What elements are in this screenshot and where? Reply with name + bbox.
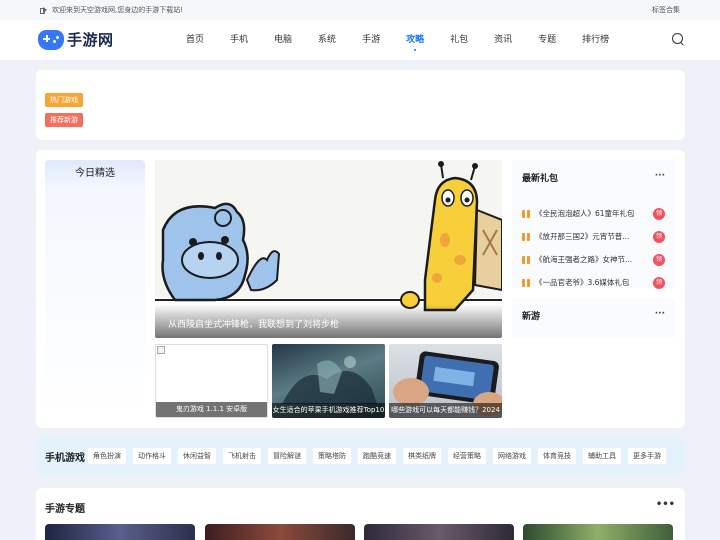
gift-icon [522,255,530,264]
category-item[interactable]: 休闲益智 [178,448,216,464]
topic-card[interactable] [45,524,195,540]
hero-slide[interactable]: 从西陵启坐式冲锋枪，我联想到了刘将步枪 [155,160,502,338]
gift-name[interactable]: 《放开那三国2》元宵节普... [535,231,650,242]
more-icon[interactable]: ••• [656,499,675,510]
thumb-caption[interactable]: 哪些游戏可以每天都能赚钱？2024 [389,403,502,418]
topic-card[interactable] [205,524,355,540]
thumb-caption[interactable]: 女生适合的苹果手机游戏推荐Top10 [272,403,385,418]
nav-guides[interactable]: 攻略 [406,20,424,60]
claim-badge[interactable]: 领 [653,207,665,220]
latest-gifts-box: 最新礼包 ··· 《全民泡泡超人》61童年礼包 领 《放开那三国2》元宵节普..… [512,160,675,289]
tag-hot-games[interactable]: 热门游戏 [45,93,83,107]
category-item[interactable]: 跑酷竞速 [358,448,396,464]
category-item[interactable]: 辅助工具 [583,448,621,464]
thumb-caption[interactable]: 鬼刃游戏 1.1.1 安卓版 [156,402,267,417]
topics-panel: 手游专题 ••• [36,488,685,540]
tags-panel: 热门游戏 推荐新游 [36,70,685,140]
welcome-text: 欢迎来到天空游戏网,您身边的手游下载站! [52,6,184,14]
category-item[interactable]: 角色扮演 [88,448,126,464]
category-item[interactable]: 冒险解谜 [268,448,306,464]
featured-panel: 今日精选 从西陵启坐式冲锋枪，我联想到了刘将步枪 鬼刃游戏 1.1.1 安卓版 … [36,150,685,428]
nav-gifts[interactable]: 礼包 [450,20,468,60]
thumb-card[interactable]: 鬼刃游戏 1.1.1 安卓版 [155,344,268,418]
category-item[interactable]: 更多手游 [628,448,666,464]
topic-card[interactable] [523,524,673,540]
broken-image-icon [157,346,165,354]
nav-news[interactable]: 资讯 [494,20,512,60]
gift-name[interactable]: 《全民泡泡超人》61童年礼包 [535,208,650,219]
topics-title: 手游专题 [45,504,85,515]
nav-topics[interactable]: 专题 [538,20,556,60]
gift-name[interactable]: 《一品官老爷》3.6媒体礼包 [535,277,650,288]
claim-badge[interactable]: 领 [653,276,665,289]
nav-home[interactable]: 首页 [186,20,204,60]
topic-card[interactable] [364,524,514,540]
nav-system[interactable]: 系统 [318,20,336,60]
latest-gifts-title: 最新礼包 [522,174,559,184]
claim-badge[interactable]: 领 [653,230,665,243]
gift-item[interactable]: 《全民泡泡超人》61童年礼包 领 [522,202,665,225]
gift-name[interactable]: 《航海王强者之路》女神节... [535,254,650,265]
gift-item[interactable]: 《一品官老爷》3.6媒体礼包 领 [522,271,665,294]
nav-pc[interactable]: 电脑 [274,20,292,60]
category-item[interactable]: 棋类纸牌 [403,448,441,464]
new-games-box: 新游 ··· [512,298,675,338]
gift-item[interactable]: 《放开那三国2》元宵节普... 领 [522,225,665,248]
category-item[interactable]: 动作格斗 [133,448,171,464]
category-item[interactable]: 体育竞技 [538,448,576,464]
category-list: 角色扮演 动作格斗 休闲益智 飞机射击 冒险解谜 策略塔防 跑酷竞速 棋类纸牌 … [88,448,673,464]
tag-recommended-games[interactable]: 推荐新游 [45,113,83,127]
gift-item[interactable]: 《航海王强者之路》女神节... 领 [522,248,665,271]
category-item[interactable]: 网络游戏 [493,448,531,464]
more-icon[interactable]: ··· [655,171,665,181]
search-icon[interactable] [672,33,685,46]
tag-collection-link[interactable]: 标签合集 [652,5,680,15]
gift-icon [522,278,530,287]
top-bar: 欢迎来到天空游戏网,您身边的手游下载站! 标签合集 [0,0,720,20]
gift-list: 《全民泡泡超人》61童年礼包 领 《放开那三国2》元宵节普... 领 《航海王强… [522,202,665,294]
welcome-notice: 欢迎来到天空游戏网,您身边的手游下载站! [40,5,183,15]
more-icon[interactable]: ··· [655,309,665,319]
category-item[interactable]: 策略塔防 [313,448,351,464]
category-title: 手机游戏 [45,453,85,464]
category-item[interactable]: 经营策略 [448,448,486,464]
nav-mobile[interactable]: 手机 [230,20,248,60]
gift-icon [522,232,530,241]
today-picks-list [45,188,145,418]
mobile-games-category-bar: 手机游戏 角色扮演 动作格斗 休闲益智 飞机射击 冒险解谜 策略塔防 跑酷竞速 … [36,437,685,475]
new-games-title: 新游 [522,312,541,322]
category-item[interactable]: 飞机射击 [223,448,261,464]
today-picks-title[interactable]: 今日精选 [45,160,145,188]
thumb-card[interactable]: 女生适合的苹果手机游戏推荐Top10 [272,344,385,418]
site-logo[interactable]: 手游网 [38,29,114,50]
nav-ranking[interactable]: 排行榜 [582,20,609,60]
hero-caption[interactable]: 从西陵启坐式冲锋枪，我联想到了刘将步枪 [155,304,502,338]
gamepad-icon [38,29,64,50]
thumb-card[interactable]: 哪些游戏可以每天都能赚钱？2024 [389,344,502,418]
main-nav: 首页 手机 电脑 系统 手游 攻略 礼包 资讯 专题 排行榜 [186,20,635,60]
header: 手游网 首页 手机 电脑 系统 手游 攻略 礼包 资讯 专题 排行榜 [0,20,720,60]
nav-mobile-games[interactable]: 手游 [362,20,380,60]
speaker-icon [40,7,48,14]
gift-icon [522,209,530,218]
logo-text: 手游网 [67,31,114,49]
claim-badge[interactable]: 领 [653,253,665,266]
